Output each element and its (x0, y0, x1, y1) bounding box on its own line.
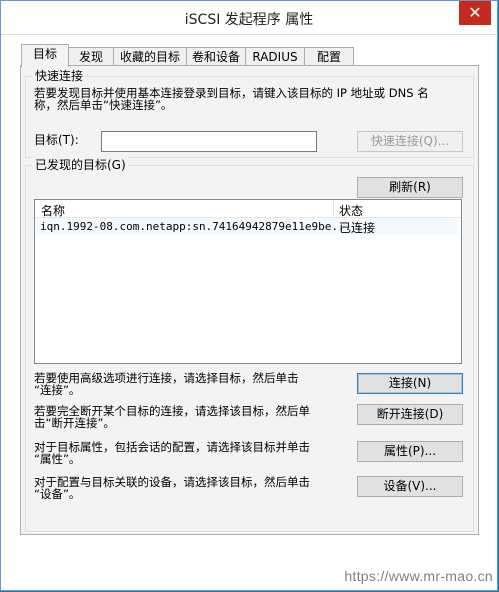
tab-configuration[interactable]: 配置 (304, 47, 354, 65)
target-name-cell: iqn.1992-08.com.netapp:sn.74164942879e11… (40, 220, 352, 233)
properties-desc-line2: “属性”。 (34, 452, 81, 466)
connect-button[interactable]: 连接(N) (357, 373, 463, 394)
tab-radius[interactable]: RADIUS (245, 47, 305, 65)
column-separator (333, 200, 334, 218)
properties-button[interactable]: 属性(P)... (357, 441, 463, 462)
list-header: 名称 状态 (35, 200, 461, 218)
quick-connect-title: 快速连接 (32, 68, 87, 84)
column-name[interactable]: 名称 (41, 202, 65, 219)
connect-desc-line2: “连接”。 (34, 383, 81, 397)
targets-list[interactable]: 名称 状态 iqn.1992-08.com.netapp:sn.74164942… (34, 199, 462, 364)
tab-favorite-targets[interactable]: 收藏的目标 (113, 47, 187, 65)
watermark-text: https://www.mr-mao.cn (344, 568, 493, 584)
tab-targets[interactable]: 目标 (21, 44, 69, 67)
discovered-targets-group: 已发现的目标(G) 刷新(R) 名称 状态 iqn.1992-08.com.ne… (25, 157, 474, 532)
tab-volumes-devices[interactable]: 卷和设备 (186, 47, 246, 65)
title-bar[interactable]: iSCSI 发起程序 属性 ✕ (1, 1, 497, 35)
window-title: iSCSI 发起程序 属性 (184, 12, 314, 28)
disconnect-desc-line2: 击“断开连接”。 (34, 416, 115, 430)
column-status[interactable]: 状态 (339, 202, 363, 219)
close-button[interactable]: ✕ (459, 1, 491, 25)
devices-button[interactable]: 设备(V)... (357, 476, 463, 497)
target-input[interactable] (101, 131, 317, 152)
close-icon: ✕ (468, 3, 482, 22)
tab-discovery[interactable]: 发现 (68, 47, 114, 65)
quick-connect-desc-line2: 称，然后单击“快速连接”。 (34, 98, 173, 112)
target-status-cell: 已连接 (339, 221, 376, 235)
target-label: 目标(T): (34, 133, 79, 147)
tab-panel: 快速连接 若要发现目标并使用基本连接登录到目标，请键入该目标的 IP 地址或 D… (20, 65, 479, 535)
iscsi-properties-window: iSCSI 发起程序 属性 ✕ 目标 发现 收藏的目标 卷和设备 RADIUS … (0, 0, 498, 591)
refresh-button[interactable]: 刷新(R) (357, 177, 463, 198)
devices-desc-line2: “设备”。 (34, 487, 81, 501)
quick-connect-button[interactable]: 快速连接(Q)... (357, 131, 463, 152)
disconnect-button[interactable]: 断开连接(D) (357, 404, 463, 425)
table-row[interactable]: iqn.1992-08.com.netapp:sn.74164942879e11… (36, 218, 458, 235)
quick-connect-group: 快速连接 若要发现目标并使用基本连接登录到目标，请键入该目标的 IP 地址或 D… (25, 68, 474, 158)
discovered-targets-title: 已发现的目标(G) (32, 157, 129, 173)
